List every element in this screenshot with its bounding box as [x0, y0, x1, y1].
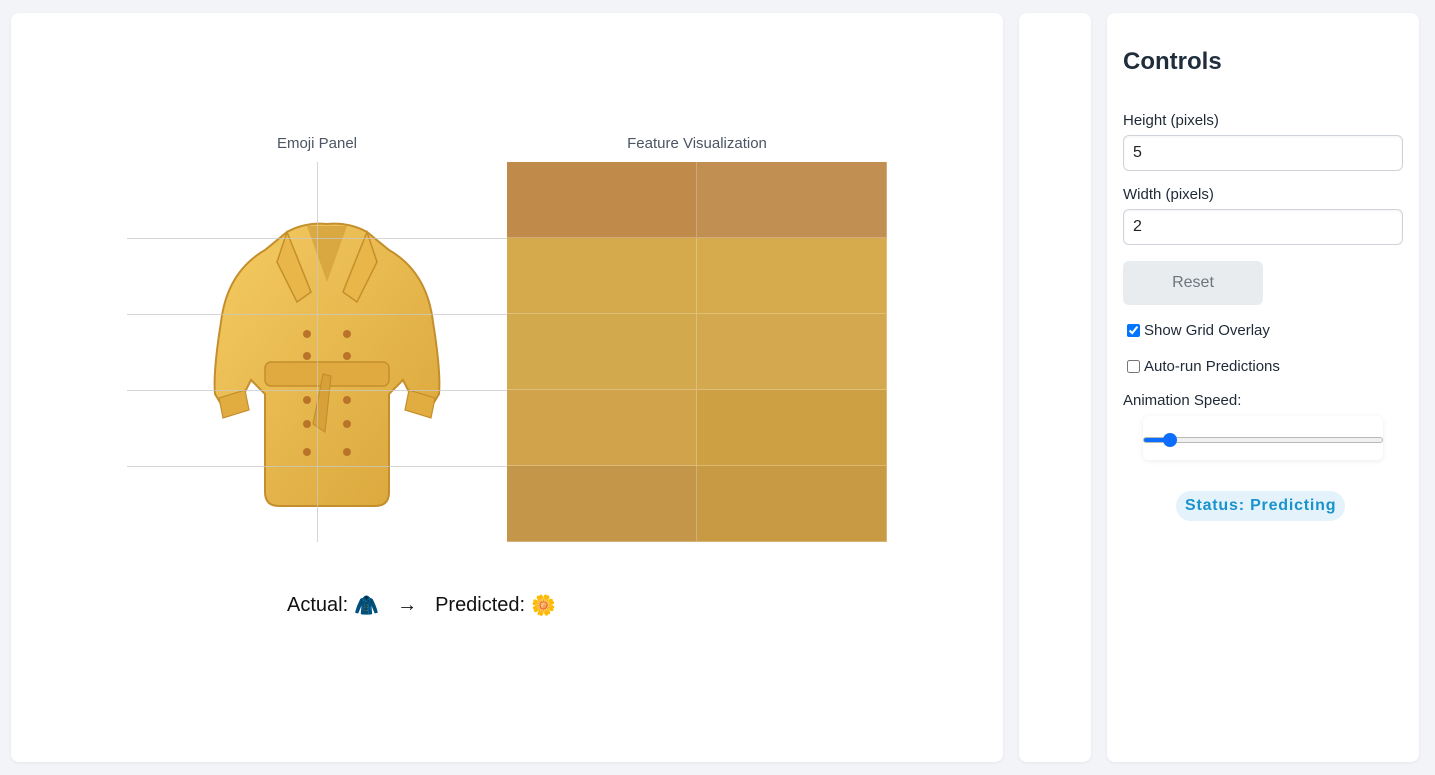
animation-speed-slider-container [1143, 416, 1383, 460]
height-label: Height (pixels) [1123, 112, 1219, 129]
height-input[interactable] [1123, 135, 1403, 171]
width-input[interactable] [1123, 209, 1403, 245]
reset-button[interactable]: Reset [1123, 261, 1263, 305]
show-grid-option[interactable]: Show Grid Overlay [1127, 322, 1270, 339]
auto-run-label: Auto-run Predictions [1144, 358, 1280, 375]
feature-visualization-grid [507, 162, 887, 542]
controls-panel: Controls Height (pixels) Width (pixels) … [1107, 13, 1419, 762]
feature-cell [507, 162, 697, 238]
controls-title: Controls [1123, 48, 1222, 75]
animation-speed-label: Animation Speed: [1123, 392, 1242, 409]
emoji-panel [127, 162, 507, 542]
feature-cell [697, 466, 887, 542]
emoji-panel-title: Emoji Panel [276, 135, 358, 152]
actual-label: Actual: [287, 594, 349, 616]
show-grid-checkbox[interactable] [1127, 324, 1140, 337]
feature-visualization-title: Feature Visualization [627, 135, 767, 152]
grid-line [317, 162, 318, 542]
predicted-emoji: 🌼 [531, 595, 557, 617]
middle-panel [1019, 13, 1091, 762]
slider-thumb[interactable] [1163, 433, 1178, 447]
show-grid-label: Show Grid Overlay [1144, 322, 1270, 339]
arrow-icon: → [397, 594, 418, 616]
main-panel: Emoji Panel Feature Visualization Actual… [11, 13, 1003, 762]
feature-cell [507, 238, 697, 314]
feature-cell [697, 390, 887, 466]
auto-run-checkbox[interactable] [1127, 360, 1140, 373]
feature-cell [697, 314, 887, 390]
feature-cell [507, 466, 697, 542]
status-badge: Status: Predicting [1176, 491, 1346, 521]
feature-cell [697, 238, 887, 314]
width-label: Width (pixels) [1123, 186, 1214, 203]
feature-cell [697, 162, 887, 238]
auto-run-option[interactable]: Auto-run Predictions [1127, 358, 1280, 375]
actual-emoji: 🧥 [354, 595, 380, 617]
prediction-line: Actual: 🧥 → Predicted: 🌼 [287, 593, 556, 618]
feature-cell [507, 390, 697, 466]
predicted-label: Predicted: [435, 594, 526, 616]
feature-cell [507, 314, 697, 390]
animation-speed-slider[interactable] [1143, 437, 1383, 443]
